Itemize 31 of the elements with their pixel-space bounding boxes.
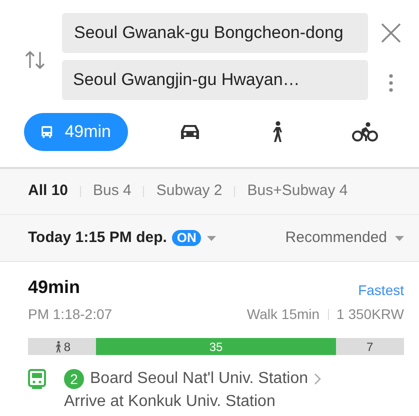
origin-field[interactable]: Seoul Gwanak-gu Bongcheon-dong bbox=[62, 13, 368, 53]
fare: 1 350KRW bbox=[336, 305, 404, 324]
departure-time[interactable]: Today 1:15 PM dep. bbox=[28, 226, 167, 250]
caret-icon[interactable] bbox=[395, 236, 404, 240]
close-icon[interactable] bbox=[381, 23, 401, 43]
walking-person-icon bbox=[54, 340, 62, 352]
more-options-icon[interactable] bbox=[389, 73, 393, 93]
train-icon bbox=[28, 369, 46, 389]
destination-field[interactable]: Seoul Gwangjin-gu Hwayan… bbox=[62, 60, 368, 100]
filter-tab[interactable]: All 10 bbox=[28, 180, 68, 203]
filter-tab[interactable]: Subway 2 bbox=[156, 180, 222, 203]
caret-icon[interactable] bbox=[207, 236, 216, 240]
segment-minutes: 8 bbox=[64, 338, 71, 356]
route-duration: 49min bbox=[28, 276, 80, 299]
cyclist-icon bbox=[352, 122, 378, 142]
walk-time: Walk 15min bbox=[246, 305, 320, 324]
time-range: PM 1:18-2:07 bbox=[28, 305, 112, 324]
filter-tab[interactable]: Bus+Subway 4 bbox=[247, 180, 348, 203]
fastest-tag: Fastest bbox=[358, 280, 404, 301]
filter-tab[interactable]: Bus 4 bbox=[93, 180, 132, 203]
sort-dropdown[interactable]: Recommended bbox=[285, 226, 387, 250]
swap-icon[interactable] bbox=[24, 50, 46, 70]
car-icon bbox=[179, 123, 202, 141]
transit-mode-tab[interactable]: 49min bbox=[24, 113, 128, 151]
on-badge[interactable]: ON bbox=[172, 230, 202, 246]
segment-minutes: 35 bbox=[209, 338, 223, 356]
chevron-right-icon[interactable] bbox=[314, 373, 321, 385]
line-badge: 2 bbox=[64, 369, 84, 389]
arrival-station: Arrive at Konkuk Univ. Station bbox=[64, 392, 276, 412]
boarding-station[interactable]: Board Seoul Nat'l Univ. Station bbox=[90, 367, 308, 391]
segment-minutes: 7 bbox=[366, 338, 374, 356]
